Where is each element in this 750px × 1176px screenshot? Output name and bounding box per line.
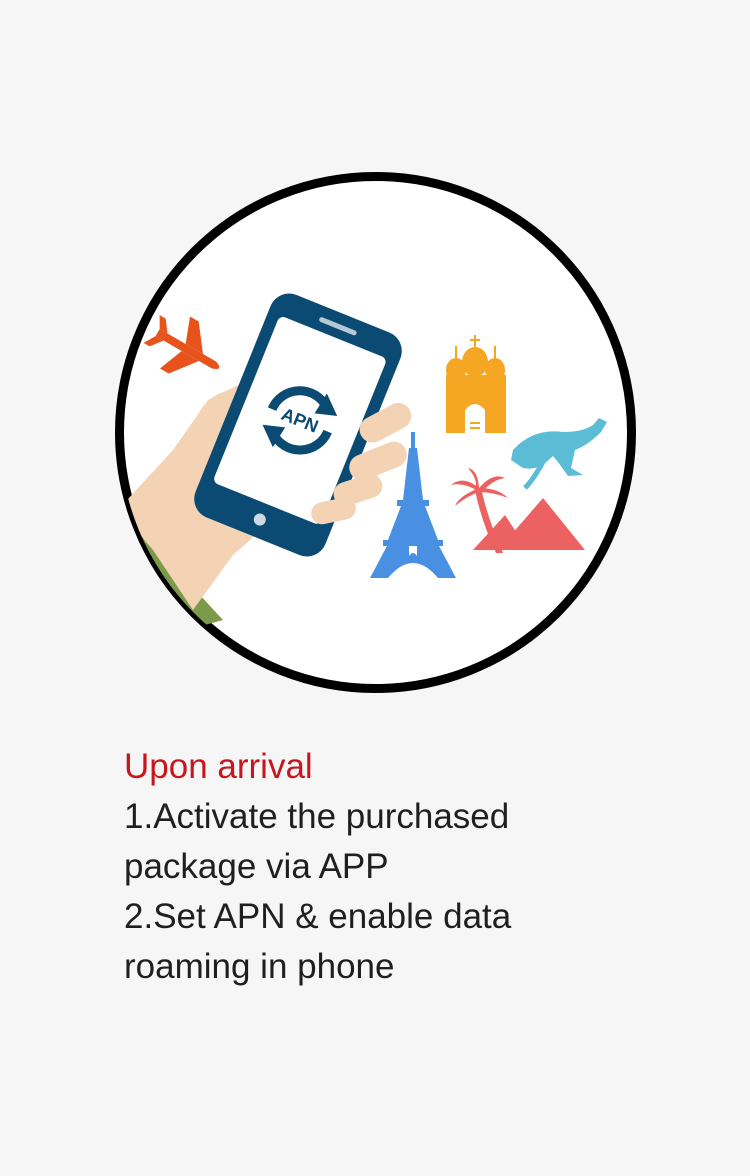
caption-line-2: package via APP: [124, 847, 389, 886]
caption-line-1: 1.Activate the purchased: [124, 797, 510, 836]
caption: Upon arrival 1.Activate the purchased pa…: [124, 742, 684, 992]
caption-title: Upon arrival: [124, 747, 313, 786]
illustration: APN: [115, 172, 636, 693]
caption-line-3: 2.Set APN & enable data: [124, 897, 512, 936]
caption-line-4: roaming in phone: [124, 947, 395, 986]
